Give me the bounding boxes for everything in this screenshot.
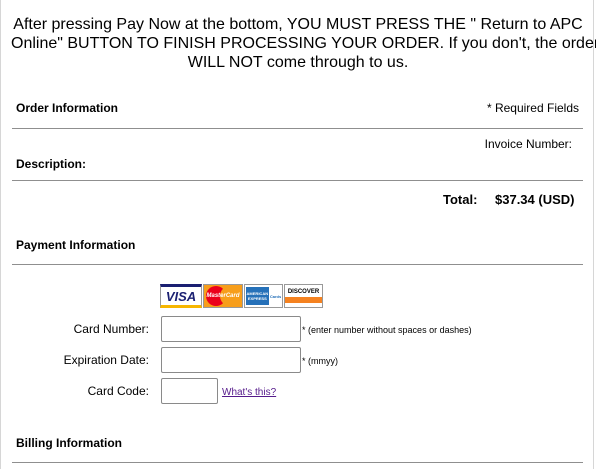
expiration-date-label: Expiration Date: bbox=[63, 353, 149, 367]
divider bbox=[12, 462, 583, 463]
discover-logo: DISCOVER bbox=[284, 284, 323, 308]
accepted-cards: VISA MasterCard AMERICAN EXPRESS Cards D… bbox=[160, 284, 323, 308]
expiration-date-input[interactable] bbox=[161, 347, 301, 373]
total-value: $37.34 (USD) bbox=[495, 192, 575, 207]
expiration-date-hint: * (mmyy) bbox=[302, 356, 338, 366]
card-number-hint: * (enter number without spaces or dashes… bbox=[302, 325, 472, 335]
billing-information-heading: Billing Information bbox=[16, 436, 122, 450]
divider bbox=[12, 128, 583, 129]
return-notice: After pressing Pay Now at the bottom, YO… bbox=[11, 15, 596, 72]
notice-line-1: After pressing Pay Now at the bottom, YO… bbox=[13, 16, 583, 33]
notice-line-3: WILL NOT come through to us. bbox=[187, 54, 409, 71]
payment-form-frame: After pressing Pay Now at the bottom, YO… bbox=[0, 0, 596, 469]
amex-logo-text: AMERICAN EXPRESS bbox=[245, 287, 269, 305]
invoice-number-label: Invoice Number: bbox=[484, 137, 572, 151]
payment-information-heading: Payment Information bbox=[16, 238, 136, 252]
card-number-label: Card Number: bbox=[73, 322, 149, 336]
mastercard-logo: MasterCard bbox=[203, 284, 243, 308]
amex-logo: AMERICAN EXPRESS Cards bbox=[244, 284, 283, 308]
mastercard-logo-text: MasterCard bbox=[206, 293, 240, 299]
card-number-input[interactable] bbox=[161, 316, 301, 342]
divider bbox=[12, 180, 583, 181]
divider bbox=[12, 264, 583, 265]
card-code-label: Card Code: bbox=[87, 384, 149, 398]
discover-logo-text: DISCOVER bbox=[287, 289, 320, 295]
order-information-heading: Order Information bbox=[16, 101, 119, 115]
description-label: Description: bbox=[16, 157, 87, 171]
card-code-input[interactable] bbox=[161, 378, 218, 404]
visa-logo-text: VISA bbox=[165, 288, 197, 304]
total-label: Total: bbox=[443, 192, 478, 207]
visa-logo: VISA bbox=[160, 284, 202, 308]
whats-this-link[interactable]: What's this? bbox=[222, 387, 276, 398]
required-fields-note: * Required Fields bbox=[486, 101, 579, 115]
notice-line-2: Online" BUTTON TO FINISH PROCESSING YOUR… bbox=[11, 35, 596, 52]
